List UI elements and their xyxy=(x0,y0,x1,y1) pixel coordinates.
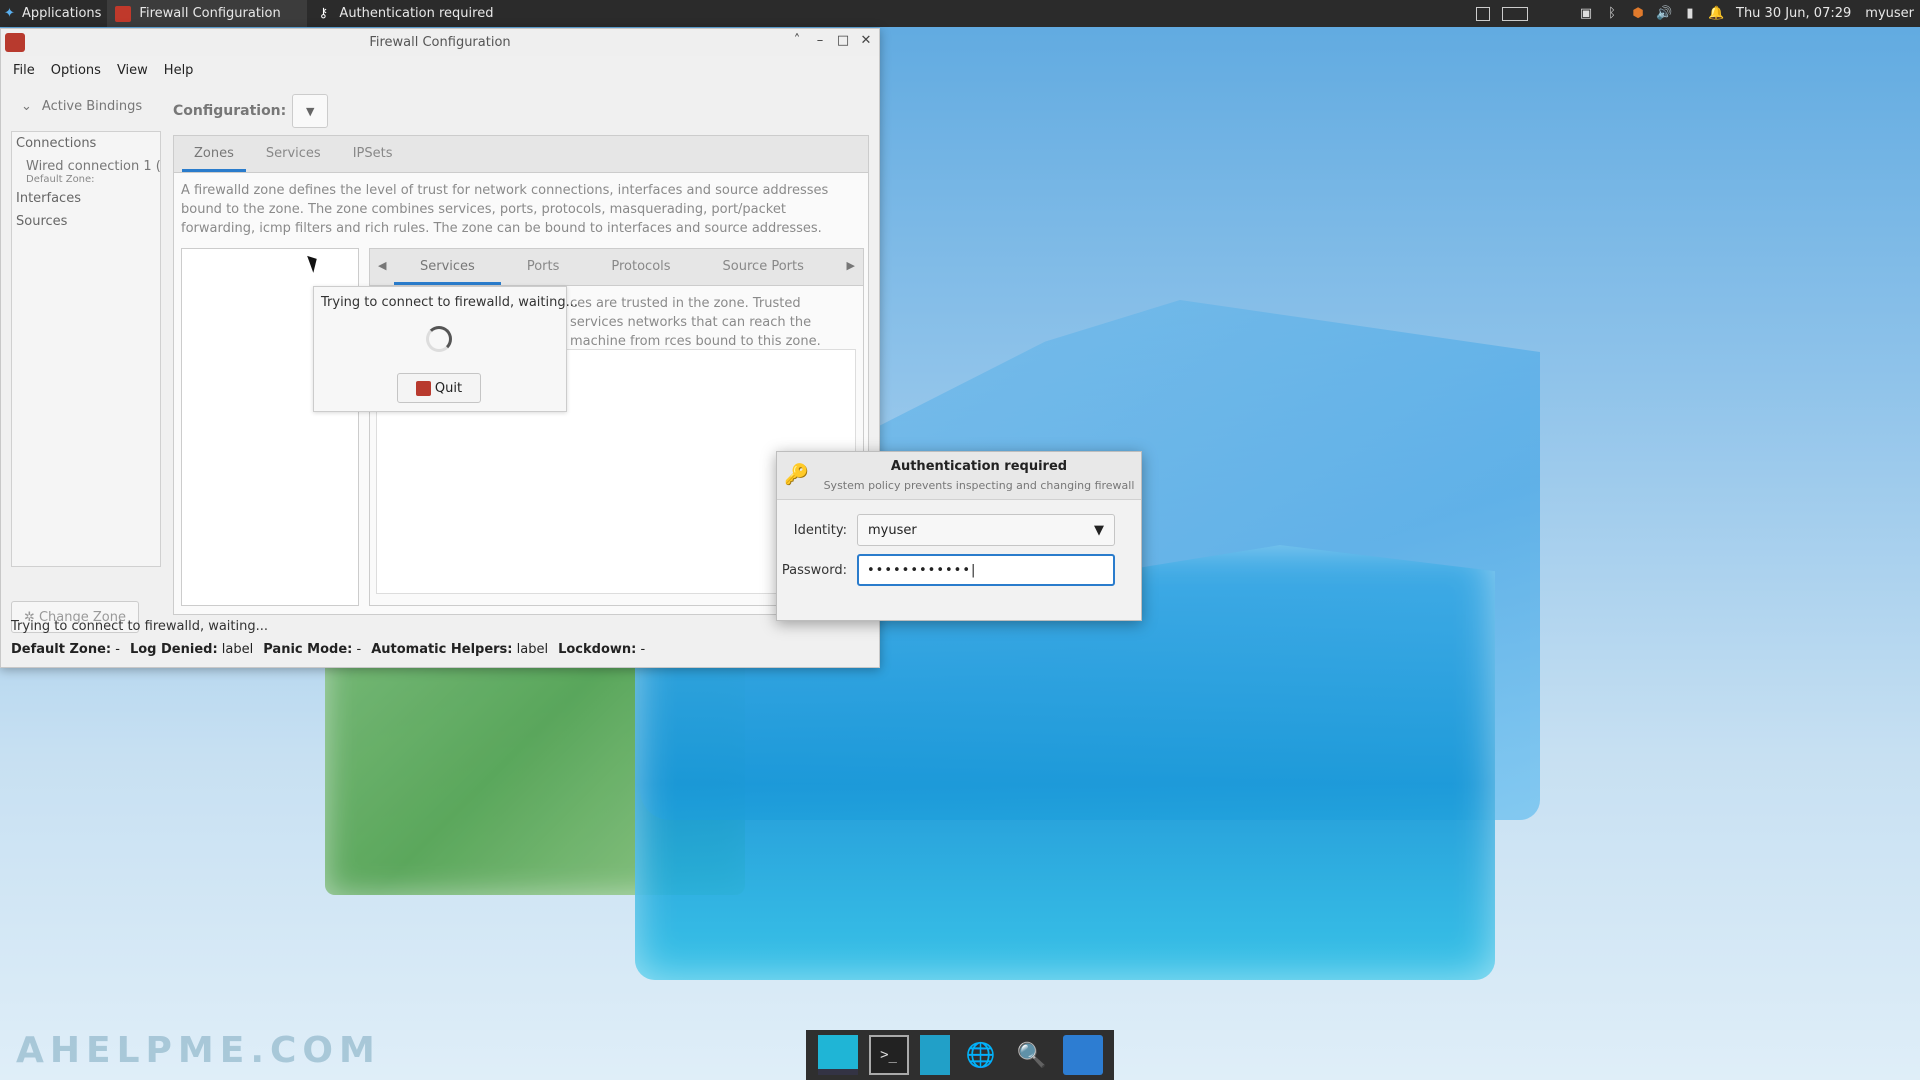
menubar: File Options View Help xyxy=(1,56,879,84)
tab-zones[interactable]: Zones xyxy=(182,146,246,172)
close-icon[interactable]: ✕ xyxy=(859,33,873,48)
network-icon[interactable]: ▣ xyxy=(1578,6,1594,22)
workspace-1[interactable] xyxy=(1476,6,1490,21)
binding-connection-zone: Default Zone: xyxy=(26,174,95,185)
scroll-right-icon[interactable]: ▶ xyxy=(847,259,855,272)
show-desktop-icon[interactable] xyxy=(817,1035,858,1075)
identity-label: Identity: xyxy=(793,522,847,538)
applications-label: Applications xyxy=(22,6,102,21)
taskbar-auth-label: Authentication required xyxy=(339,6,494,21)
menu-file[interactable]: File xyxy=(5,63,43,78)
quit-icon xyxy=(415,380,431,396)
subtab-ports[interactable]: Ports xyxy=(501,259,586,285)
battery-icon[interactable]: ▮ xyxy=(1682,6,1698,22)
minimize-icon[interactable]: – xyxy=(813,33,827,48)
tab-ipsets[interactable]: IPSets xyxy=(341,146,405,172)
menu-help[interactable]: Help xyxy=(156,63,202,78)
top-panel: ✦ Applications Firewall Configuration ⚷ … xyxy=(0,0,1920,27)
terminal-icon[interactable]: >_ xyxy=(868,1035,909,1075)
log-denied-label: Log Denied: xyxy=(129,642,218,657)
auth-subtitle: System policy prevents inspecting and ch… xyxy=(823,479,1135,492)
menu-options[interactable]: Options xyxy=(43,63,109,78)
system-tray: ▣ ᛒ ⬢ 🔊 ▮ 🔔 xyxy=(1578,6,1724,22)
key-icon: ⚷ xyxy=(318,5,329,21)
notification-bell-icon[interactable]: 🔔 xyxy=(1708,6,1724,22)
clock[interactable]: Thu 30 Jun, 07:29 xyxy=(1736,6,1851,21)
configuration-label: Configuration: xyxy=(173,103,287,119)
bindings-list: Connections Wired connection 1 (e Defaul… xyxy=(11,131,161,567)
firewall-app-icon xyxy=(5,33,25,52)
search-icon[interactable]: 🔍 xyxy=(1012,1035,1052,1075)
chevron-down-icon: ⌄ xyxy=(21,98,32,114)
zone-description: A firewalld zone defines the level of tr… xyxy=(181,183,829,236)
folder-icon[interactable] xyxy=(1062,1035,1103,1075)
menu-view[interactable]: View xyxy=(109,63,156,78)
window-title: Firewall Configuration xyxy=(369,35,511,50)
dropdown-arrow-icon: ▼ xyxy=(1094,522,1104,538)
identity-value: myuser xyxy=(868,522,917,538)
automatic-helpers-value: label xyxy=(516,642,549,657)
panic-mode-label: Panic Mode: xyxy=(263,642,353,657)
password-label: Password: xyxy=(781,562,847,578)
configuration-dropdown[interactable]: ▼ xyxy=(292,94,329,128)
binding-connection-item[interactable]: Wired connection 1 (e xyxy=(12,155,160,174)
bindings-sources[interactable]: Sources xyxy=(12,210,160,233)
maximize-icon[interactable]: □ xyxy=(836,33,850,48)
waiting-message: Trying to connect to firewalld, waiting.… xyxy=(321,295,579,310)
automatic-helpers-label: Automatic Helpers: xyxy=(371,642,513,657)
shade-icon[interactable]: ˄ xyxy=(790,33,804,48)
subtab-protocols[interactable]: Protocols xyxy=(585,259,696,285)
taskbar-firewall[interactable]: Firewall Configuration xyxy=(107,0,308,27)
applications-menu[interactable]: ✦ Applications xyxy=(0,0,107,27)
active-bindings-toggle[interactable]: ⌄ Active Bindings xyxy=(1,91,166,121)
auth-dialog: 🔑 Authentication required System policy … xyxy=(776,451,1142,621)
spinner-icon xyxy=(426,326,452,352)
lockdown-value: - xyxy=(640,642,646,657)
log-denied-value: label xyxy=(221,642,254,657)
subtab-services[interactable]: Services xyxy=(394,259,501,285)
status-bar: Default Zone: - Log Denied: label Panic … xyxy=(11,642,645,657)
dropdown-arrow-icon: ▼ xyxy=(306,104,315,118)
watermark: AHELPME.COM xyxy=(16,1030,381,1071)
panic-mode-value: - xyxy=(356,642,362,657)
web-browser-icon[interactable]: 🌐 xyxy=(961,1035,1001,1075)
auth-header[interactable]: 🔑 Authentication required System policy … xyxy=(777,452,1141,500)
dock: >_ 🌐 🔍 xyxy=(806,1030,1114,1080)
default-zone-value: - xyxy=(115,642,120,657)
firewall-icon xyxy=(115,5,132,22)
window-titlebar[interactable]: Firewall Configuration ˄ – □ ✕ xyxy=(1,29,879,56)
active-bindings-panel: ⌄ Active Bindings Connections Wired conn… xyxy=(1,91,166,641)
lockdown-label: Lockdown: xyxy=(558,642,637,657)
tab-services[interactable]: Services xyxy=(254,146,333,172)
subtab-source-ports[interactable]: Source Ports xyxy=(697,259,830,285)
taskbar-auth[interactable]: ⚷ Authentication required xyxy=(307,0,507,27)
shield-icon[interactable]: ⬢ xyxy=(1630,6,1646,22)
bindings-interfaces[interactable]: Interfaces xyxy=(12,187,160,210)
default-zone-label: Default Zone: xyxy=(11,642,112,657)
user-menu[interactable]: myuser xyxy=(1865,6,1914,21)
connection-status: Trying to connect to firewalld, waiting.… xyxy=(11,619,269,634)
identity-select[interactable]: myuser ▼ xyxy=(857,514,1115,546)
quit-button[interactable]: Quit xyxy=(397,373,481,403)
active-bindings-label: Active Bindings xyxy=(41,98,143,114)
volume-icon[interactable]: 🔊 xyxy=(1656,6,1672,22)
file-manager-icon[interactable] xyxy=(919,1035,950,1075)
bluetooth-icon[interactable]: ᛒ xyxy=(1604,6,1620,22)
workspace-2[interactable] xyxy=(1502,6,1528,21)
scroll-left-icon[interactable]: ◀ xyxy=(378,259,386,272)
waiting-popup: Trying to connect to firewalld, waiting.… xyxy=(313,286,578,412)
bindings-connections[interactable]: Connections xyxy=(12,132,160,155)
taskbar-firewall-label: Firewall Configuration xyxy=(139,6,281,21)
password-field[interactable]: ••••••••••••| xyxy=(857,554,1115,586)
auth-title: Authentication required xyxy=(890,459,1068,474)
applications-icon: ✦ xyxy=(4,5,15,21)
quit-label: Quit xyxy=(434,380,463,396)
